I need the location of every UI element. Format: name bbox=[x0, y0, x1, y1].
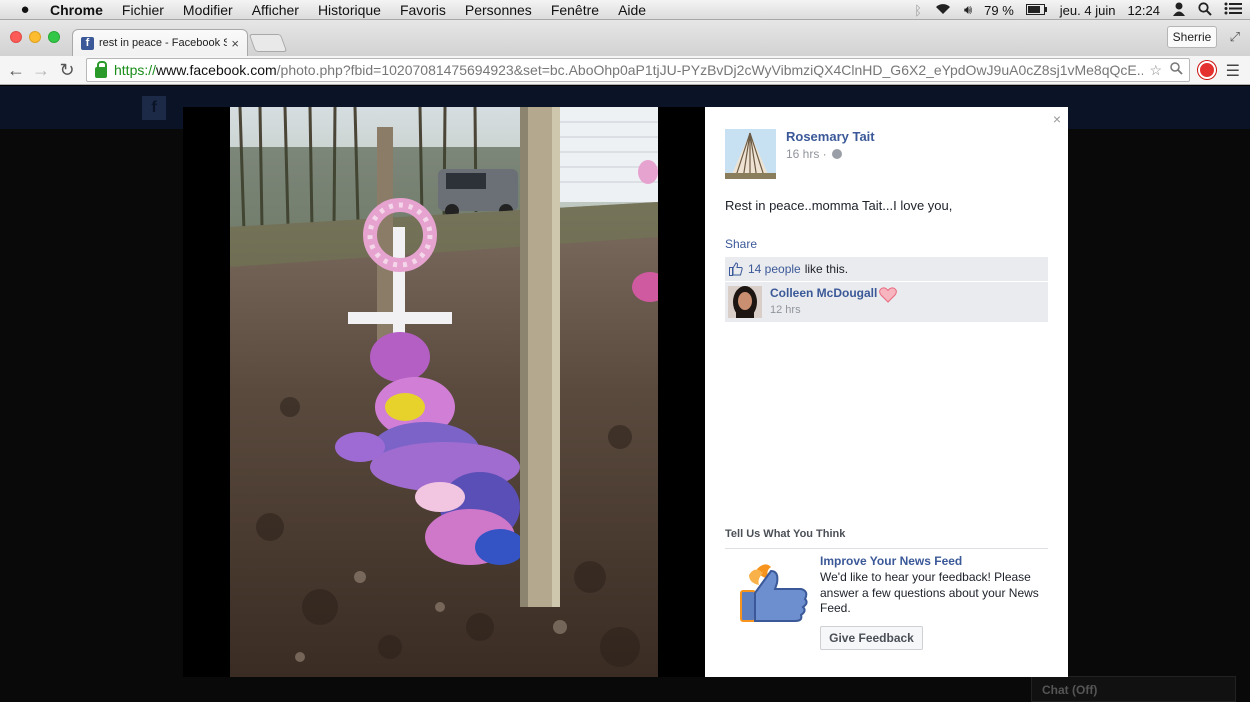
author-avatar[interactable] bbox=[725, 129, 776, 179]
divider bbox=[725, 548, 1048, 549]
grave-photo[interactable] bbox=[230, 107, 658, 677]
volume-icon[interactable]: 🔊︎ bbox=[964, 2, 972, 18]
zoom-window-button[interactable] bbox=[48, 31, 60, 43]
browser-tab[interactable]: f rest in peace - Facebook S × bbox=[72, 29, 248, 56]
menu-chrome[interactable]: Chrome bbox=[50, 2, 103, 18]
clock-label[interactable]: 12:24 bbox=[1127, 3, 1160, 18]
likes-suffix: like this. bbox=[804, 262, 849, 276]
share-link[interactable]: Share bbox=[725, 237, 757, 251]
menu-fenetre[interactable]: Fenêtre bbox=[551, 2, 599, 18]
profile-button[interactable]: Sherrie bbox=[1167, 26, 1217, 48]
status-area: ᛒ 🔊︎ 79 % jeu. 4 juin 12:24 bbox=[914, 0, 1242, 20]
url-text: https://www.facebook.com/photo.php?fbid=… bbox=[114, 62, 1143, 78]
bluetooth-icon[interactable]: ᛒ bbox=[914, 3, 922, 18]
menu-historique[interactable]: Historique bbox=[318, 2, 381, 18]
lock-icon bbox=[95, 60, 107, 78]
window-controls bbox=[10, 31, 60, 43]
mac-menu-bar: ● Chrome Fichier Modifier Afficher Histo… bbox=[0, 0, 1250, 20]
extension-icon[interactable] bbox=[1198, 61, 1216, 79]
user-icon[interactable] bbox=[1172, 2, 1186, 19]
comment-time[interactable]: 12 hrs bbox=[770, 304, 801, 316]
feedback-heading: Tell Us What You Think bbox=[725, 528, 846, 540]
comment-item: Colleen McDougall 12 hrs bbox=[725, 282, 1048, 322]
close-window-button[interactable] bbox=[10, 31, 22, 43]
omnibox-actions: ☆ bbox=[1149, 62, 1183, 79]
notification-center-icon[interactable] bbox=[1224, 2, 1242, 18]
photo-viewer bbox=[183, 107, 705, 677]
post-time: 16 hrs · bbox=[786, 147, 827, 161]
close-tab-icon[interactable]: × bbox=[231, 36, 239, 51]
screen: ● Chrome Fichier Modifier Afficher Histo… bbox=[0, 0, 1250, 702]
battery-percent: 79 % bbox=[984, 2, 1014, 18]
reload-icon[interactable]: ↻ bbox=[56, 59, 78, 81]
spotlight-search-icon[interactable] bbox=[1198, 1, 1212, 19]
author-name[interactable]: Rosemary Tait bbox=[786, 129, 875, 144]
tab-title: rest in peace - Facebook S bbox=[99, 37, 228, 49]
likes-count-link[interactable]: 14 people bbox=[748, 262, 801, 276]
wifi-icon[interactable] bbox=[934, 2, 952, 18]
likes-summary: 14 people like this. bbox=[725, 257, 1048, 281]
facebook-favicon-icon: f bbox=[81, 36, 94, 50]
url-host: www.facebook.com bbox=[156, 62, 277, 78]
menu-afficher[interactable]: Afficher bbox=[252, 2, 299, 18]
battery-icon[interactable] bbox=[1025, 3, 1048, 18]
zoom-icon[interactable] bbox=[1170, 61, 1183, 79]
post-caption: Rest in peace..momma Tait...I love you, bbox=[725, 198, 953, 213]
chat-bar[interactable]: Chat (Off) bbox=[1031, 676, 1236, 702]
heart-sticker-icon bbox=[879, 287, 897, 303]
chrome-menu-icon[interactable]: ☰ bbox=[1226, 61, 1240, 81]
back-arrow-icon[interactable]: ← bbox=[5, 59, 27, 81]
url-scheme: https:// bbox=[114, 62, 157, 78]
photo-sidebar: × Rosemary Tait 16 hrs · Rest in peace..… bbox=[705, 107, 1068, 677]
apple-logo-icon[interactable]: ● bbox=[0, 1, 50, 18]
feedback-description: We'd like to hear your feedback! Please … bbox=[820, 570, 1039, 615]
menu-aide[interactable]: Aide bbox=[618, 2, 646, 18]
address-bar[interactable]: https://www.facebook.com/photo.php?fbid=… bbox=[86, 58, 1190, 82]
improve-news-feed-link[interactable]: Improve Your News Feed bbox=[820, 554, 962, 568]
forward-arrow-icon[interactable]: → bbox=[30, 59, 52, 81]
close-viewer-icon[interactable]: × bbox=[1053, 111, 1061, 127]
facebook-logo-icon[interactable]: f bbox=[142, 96, 166, 120]
commenter-name[interactable]: Colleen McDougall bbox=[770, 286, 877, 300]
like-thumb-icon bbox=[729, 262, 743, 276]
privacy-globe-icon bbox=[832, 149, 843, 159]
minimize-window-button[interactable] bbox=[29, 31, 41, 43]
browser-tab-strip: f rest in peace - Facebook S × Sherrie ⤢ bbox=[0, 20, 1250, 56]
thumbs-up-illustration-icon bbox=[735, 561, 813, 627]
new-tab-button[interactable] bbox=[248, 34, 288, 52]
browser-toolbar: ← → ↻ https://www.facebook.com/photo.php… bbox=[0, 56, 1250, 85]
menu-fichier[interactable]: Fichier bbox=[122, 2, 164, 18]
commenter-avatar[interactable] bbox=[728, 286, 762, 318]
fullscreen-icon[interactable]: ⤢ bbox=[1230, 29, 1240, 45]
bookmark-star-icon[interactable]: ☆ bbox=[1149, 62, 1162, 79]
url-path: /photo.php?fbid=10207081475694923&set=bc… bbox=[276, 62, 1144, 78]
give-feedback-button[interactable]: Give Feedback bbox=[820, 626, 923, 650]
menu-favoris[interactable]: Favoris bbox=[400, 2, 446, 18]
post-timestamp[interactable]: 16 hrs · bbox=[786, 147, 843, 161]
menu-personnes[interactable]: Personnes bbox=[465, 2, 532, 18]
menu-modifier[interactable]: Modifier bbox=[183, 2, 233, 18]
date-label[interactable]: jeu. 4 juin bbox=[1060, 3, 1116, 18]
